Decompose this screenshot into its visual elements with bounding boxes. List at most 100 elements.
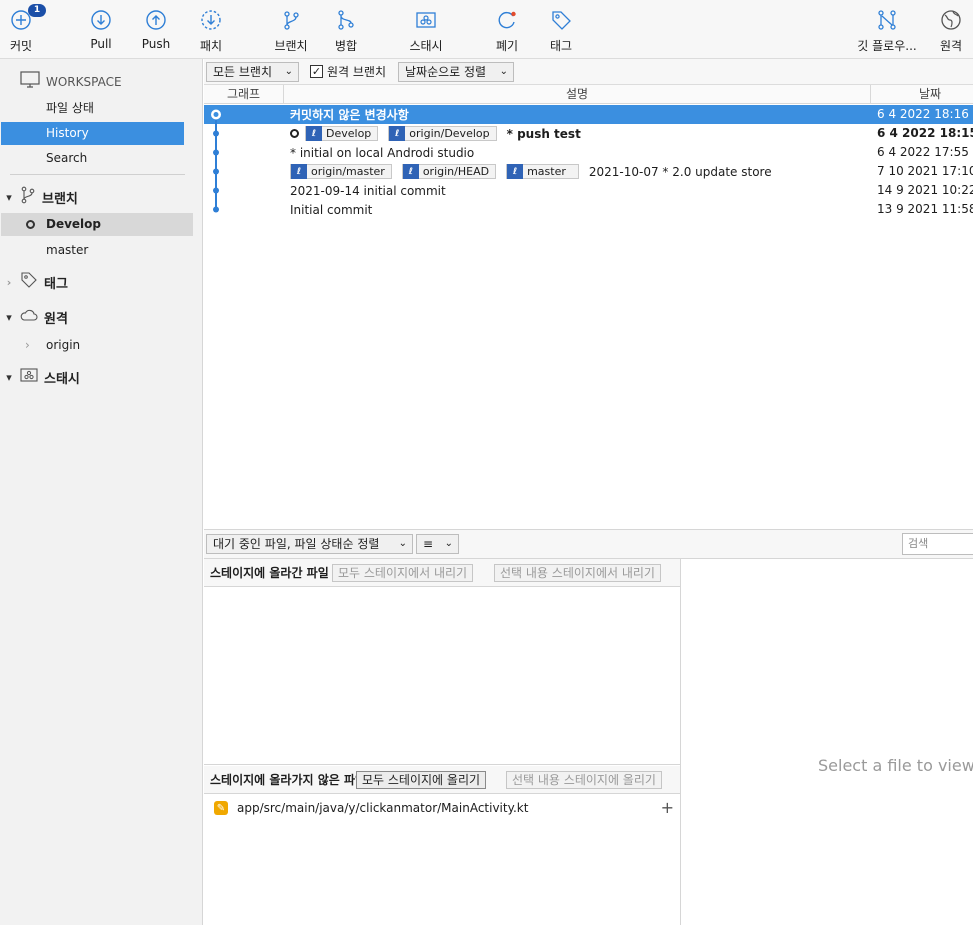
unstaged-file-row[interactable]: ✎ app/src/main/java/y/clickanmator/MainA… [204,797,680,819]
stash-button[interactable]: 스태시 [402,0,450,58]
file-search-input[interactable]: 검색 [902,533,973,555]
branch-ref-develop[interactable]: ℓ Develop [305,126,379,141]
patch-label: 패치 [199,39,223,53]
sidebar-item-remote-origin[interactable]: › origin [0,334,192,357]
commit-count-badge: 1 [28,4,46,17]
remotes-section-header[interactable]: ▾ 원격 [0,305,68,329]
stage-all-button[interactable]: 모두 스테이지에 올리기 [356,771,487,789]
staged-files-header: 스테이지에 올라간 파일 모두 스테이지에서 내리기 선택 내용 스테이지에서 … [204,559,681,587]
current-branch-icon [26,220,35,229]
graph-node [213,149,219,156]
branch-icon: ℓ [507,164,524,179]
pull-button[interactable]: Pull [84,0,118,58]
push-icon [143,7,169,33]
sidebar-item-branch-develop[interactable]: Develop [1,213,193,236]
ref-label: master [527,165,566,178]
column-date[interactable]: 날짜 [871,85,973,104]
sidebar-divider [10,174,185,175]
head-indicator-icon [290,129,299,138]
ref-label: origin/Develop [409,127,490,140]
monitor-icon [20,71,40,92]
push-button[interactable]: Push [139,0,173,58]
commit-label: 커밋 [9,39,33,53]
git-flow-button[interactable]: 깃 플로우... [852,0,922,58]
sort-dropdown-value: 날짜순으로 정렬 [405,65,487,79]
branch-ref-origin-develop[interactable]: ℓ origin/Develop [388,126,497,141]
merge-label: 병합 [334,39,358,53]
file-status-bar: 대기 중인 파일, 파일 상태순 정렬 ⌄ ≡ ⌄ 검색 [204,529,973,559]
remote-branches-label: 원격 브랜치 [327,65,387,79]
chevron-down-icon: ⌄ [284,66,293,77]
remote-name: origin [46,338,81,352]
commit-description: * push test [506,126,581,141]
stash-label: 스태시 [44,371,80,387]
branch-icon: ℓ [291,164,307,179]
commit-date: 6 4 2022 17:55 [877,145,969,159]
branches-section-header[interactable]: ▾ 브랜치 [0,185,78,209]
remote-button[interactable]: 원격 [934,0,968,58]
view-mode-dropdown[interactable]: ≡ ⌄ [416,534,459,554]
commit-row[interactable]: * initial on local Androdi studio 6 4 20… [204,143,973,162]
commit-row[interactable]: Initial commit 13 9 2021 11:58 [204,200,973,219]
chevron-down-icon: ⌄ [499,66,508,77]
unstaged-files-header: 스테이지에 올라가지 않은 파일 모두 스테이지에 올리기 선택 내용 스테이지… [204,766,681,794]
commit-date: 6 4 2022 18:16 [877,107,969,121]
graph-node [213,206,219,213]
commit-button[interactable]: 1 커밋 [3,0,46,58]
sidebar-item-file-status[interactable]: 파일 상태 [0,97,185,120]
commit-date: 6 4 2022 18:15 [877,126,973,140]
stage-file-plus-icon[interactable]: + [661,798,674,817]
unstage-all-button[interactable]: 모두 스테이지에서 내리기 [332,564,474,582]
tags-section-header[interactable]: › 태그 [0,270,68,294]
branches-dropdown[interactable]: 모든 브랜치 ⌄ [206,62,299,82]
stash-label: 스태시 [409,39,443,53]
remotes-label: 원격 [44,311,68,327]
branch-ref-master[interactable]: ℓ master [506,164,579,179]
discard-button[interactable]: 폐기 [490,0,524,58]
stash-section-header[interactable]: ▾ 스태시 [0,365,80,389]
column-graph[interactable]: 그래프 [204,85,284,104]
branch-button[interactable]: 브랜치 [270,0,312,58]
sidebar: WORKSPACE 파일 상태 History Search ▾ 브랜치 Dev… [0,59,203,925]
list-view-icon: ≡ [423,537,434,551]
pending-files-dropdown[interactable]: 대기 중인 파일, 파일 상태순 정렬 ⌄ [206,534,413,554]
discard-label: 폐기 [495,39,519,53]
merge-icon [333,7,359,33]
commit-row-uncommitted[interactable]: 커밋하지 않은 변경사항 6 4 2022 18:16 [204,105,973,124]
patch-button[interactable]: 패치 [194,0,228,58]
branch-ref-origin-master[interactable]: ℓ origin/master [290,164,392,179]
unstage-selected-button[interactable]: 선택 내용 스테이지에서 내리기 [494,564,661,582]
graph-node [213,130,219,137]
staged-files-title: 스테이지에 올라간 파일 [210,566,329,580]
sidebar-item-branch-master[interactable]: master [0,239,192,262]
commit-row[interactable]: ℓ Develop ℓ origin/Develop * push test 6 4… [204,124,973,143]
pending-files-dropdown-value: 대기 중인 파일, 파일 상태순 정렬 [213,537,380,551]
branch-icon: ℓ [306,126,322,141]
commit-row[interactable]: ℓ origin/master ℓ origin/HEAD ℓ master 2021… [204,162,973,181]
branch-name: Develop [46,217,102,231]
workspace-header: WORKSPACE [20,71,122,92]
tag-button[interactable]: 태그 [544,0,578,58]
commit-date: 14 9 2021 10:22 [877,183,973,197]
stage-selected-button[interactable]: 선택 내용 스테이지에 올리기 [506,771,662,789]
staged-files-list[interactable] [204,587,680,765]
tag-icon [20,271,38,293]
tag-label: 태그 [549,39,573,53]
sort-dropdown[interactable]: 날짜순으로 정렬 ⌄ [398,62,514,82]
commit-date: 7 10 2021 17:10 [877,164,973,178]
pull-label: Pull [90,37,112,51]
history-filter-bar: 모든 브랜치 ⌄ ✓ 원격 브랜치 날짜순으로 정렬 ⌄ [204,59,973,85]
commit-row[interactable]: 2021-09-14 initial commit 14 9 2021 10:2… [204,181,973,200]
branch-icon: ℓ [389,126,406,141]
graph-node [213,187,219,194]
remote-label: 원격 [939,39,963,53]
branch-ref-origin-head[interactable]: ℓ origin/HEAD [401,164,497,179]
commit-list-header: 그래프 설명 날짜 [204,85,973,104]
sidebar-item-search[interactable]: Search [0,147,185,170]
merge-button[interactable]: 병합 [329,0,363,58]
remote-branches-checkbox[interactable]: ✓ 원격 브랜치 [310,63,386,80]
stash-icon [413,7,439,33]
sidebar-item-history[interactable]: History [1,122,184,145]
column-description[interactable]: 설명 [284,85,871,104]
commit-description: * initial on local Androdi studio [290,145,475,160]
